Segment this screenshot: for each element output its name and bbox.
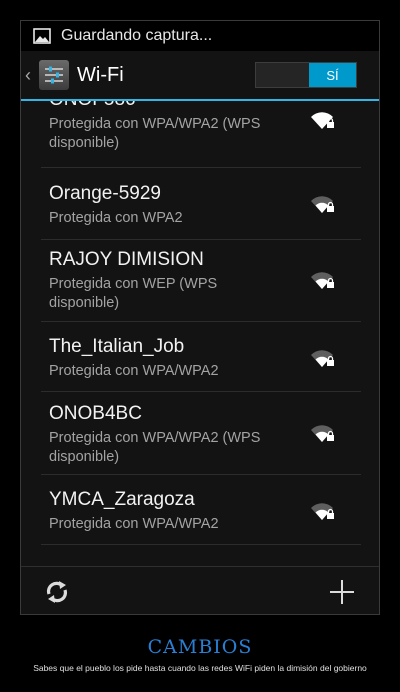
network-name: ONOB4BC	[49, 403, 142, 424]
phone-screen: Guardando captura... ‹ Wi-Fi SÍ ONOF586 …	[20, 20, 380, 615]
network-item[interactable]: ONOF586 Protegida con WPA/WPA2 (WPS disp…	[41, 101, 361, 168]
network-security: Protegida con WPA/WPA2 (WPS disponible)	[49, 116, 261, 151]
network-item[interactable]: YMCA_Zaragoza Protegida con WPA/WPA2	[41, 474, 361, 545]
page-title: Wi-Fi	[77, 63, 124, 86]
settings-app-icon[interactable]	[39, 60, 69, 90]
wifi-signal-strong-lock-icon	[311, 112, 334, 129]
image-icon	[33, 28, 51, 44]
network-security: Protegida con WPA/WPA2	[49, 516, 219, 532]
wifi-toggle[interactable]: SÍ	[255, 62, 357, 88]
refresh-icon[interactable]	[43, 578, 71, 606]
wifi-signal-lock-icon	[311, 272, 334, 289]
caption-title: CAMBIOS	[147, 636, 253, 658]
network-list[interactable]: ONOF586 Protegida con WPA/WPA2 (WPS disp…	[21, 101, 379, 566]
bottom-action-bar	[21, 566, 379, 614]
notification-text: Guardando captura...	[61, 27, 213, 44]
network-name: RAJOY DIMISION	[49, 249, 204, 270]
network-name: The_Italian_Job	[49, 336, 185, 357]
network-name: YMCA_Zaragoza	[49, 489, 195, 510]
action-bar: ‹ Wi-Fi SÍ	[21, 51, 379, 101]
add-icon[interactable]	[329, 579, 355, 605]
network-name: ONOF586	[49, 101, 136, 111]
network-item[interactable]: The_Italian_Job Protegida con WPA/WPA2	[41, 321, 361, 392]
network-item[interactable]: RAJOY DIMISION Protegida con WEP (WPS di…	[41, 239, 361, 322]
network-security: Protegida con WPA/WPA2	[49, 363, 219, 379]
network-security: Protegida con WEP (WPS disponible)	[49, 276, 218, 311]
network-security: Protegida con WPA2	[49, 210, 183, 226]
notification-bar: Guardando captura...	[21, 21, 379, 51]
wifi-signal-lock-icon	[311, 503, 334, 520]
wifi-toggle-on-label: SÍ	[309, 63, 356, 87]
back-chevron-icon[interactable]: ‹	[25, 65, 35, 86]
network-item[interactable]: ONOB4BC Protegida con WPA/WPA2 (WPS disp…	[41, 391, 361, 475]
network-security: Protegida con WPA/WPA2 (WPS disponible)	[49, 430, 261, 465]
network-name: Orange-5929	[49, 183, 161, 204]
wifi-signal-lock-icon	[311, 196, 334, 213]
caption-subtitle: Sabes que el pueblo los pide hasta cuand…	[33, 663, 367, 673]
network-item[interactable]: Orange-5929 Protegida con WPA2	[41, 167, 361, 240]
wifi-signal-lock-icon	[311, 425, 334, 442]
wifi-signal-lock-icon	[311, 350, 334, 367]
